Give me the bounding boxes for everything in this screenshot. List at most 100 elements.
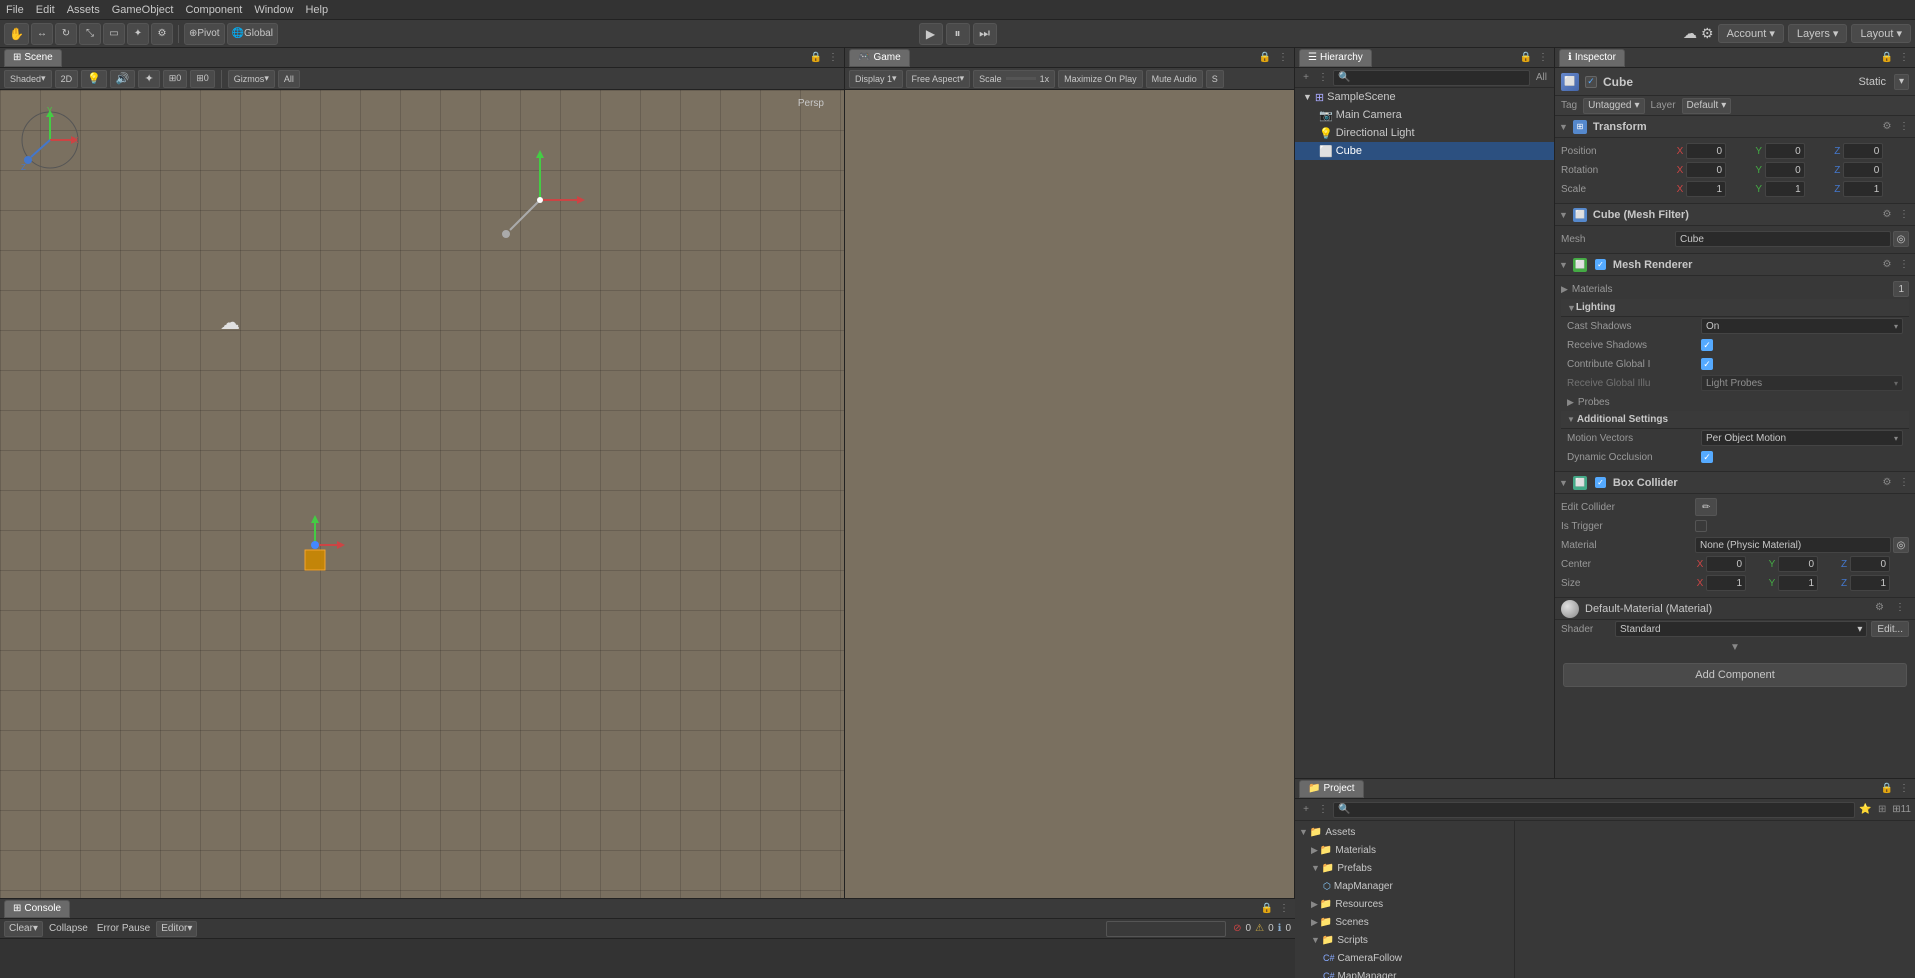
menu-component[interactable]: Component xyxy=(185,4,242,16)
console-lock-btn[interactable]: 🔒 xyxy=(1260,902,1274,916)
pos-x-input[interactable]: 0 xyxy=(1686,143,1726,159)
mesh-filter-settings-icon[interactable]: ⚙ xyxy=(1880,208,1894,222)
project-add-btn[interactable]: + xyxy=(1299,803,1313,817)
move-tool[interactable]: ↔ xyxy=(31,23,53,45)
size-z-input[interactable]: 1 xyxy=(1850,575,1890,591)
pivot-btn[interactable]: ⊕ Pivot xyxy=(184,23,225,45)
project-lock-btn[interactable]: 🔒 xyxy=(1880,782,1894,796)
add-component-btn[interactable]: Add Component xyxy=(1563,663,1907,687)
size-x-input[interactable]: 1 xyxy=(1706,575,1746,591)
box-collider-more-icon[interactable]: ⋮ xyxy=(1897,476,1911,490)
hierarchy-item-maincamera[interactable]: 📷 Main Camera xyxy=(1295,106,1554,124)
probes-expand[interactable]: ▶ xyxy=(1567,397,1574,408)
mesh-renderer-active[interactable]: ✓ xyxy=(1595,259,1606,270)
inspector-more-btn[interactable]: ⋮ xyxy=(1897,51,1911,65)
project-scenes[interactable]: ▶ 📁 Scenes xyxy=(1295,913,1514,931)
collider-material-select[interactable]: ◎ xyxy=(1893,537,1909,553)
step-btn[interactable]: ⏭ xyxy=(973,23,997,45)
materials-expand[interactable]: ▶ xyxy=(1561,284,1568,295)
static-dropdown[interactable]: ▾ xyxy=(1894,74,1909,90)
inspector-lock-btn[interactable]: 🔒 xyxy=(1880,51,1894,65)
receive-shadows-checkbox[interactable]: ✓ xyxy=(1701,339,1713,351)
menu-help[interactable]: Help xyxy=(305,4,328,16)
pos-y-input[interactable]: 0 xyxy=(1765,143,1805,159)
clear-btn[interactable]: Clear ▾ xyxy=(4,921,43,937)
hierarchy-item-samplescene[interactable]: ▼ ⊞ SampleScene xyxy=(1295,88,1554,106)
layers-btn[interactable]: Layers ▾ xyxy=(1788,24,1848,43)
error-pause-btn[interactable]: Error Pause xyxy=(94,921,153,937)
scene-layers-btn[interactable]: ⊞0 xyxy=(163,70,188,88)
game-more-btn[interactable]: ⋮ xyxy=(1276,51,1290,65)
stats-btn[interactable]: S xyxy=(1206,70,1224,88)
obj-name-input[interactable] xyxy=(1603,75,1852,89)
project-search[interactable]: 🔍 xyxy=(1333,802,1855,818)
is-trigger-checkbox[interactable] xyxy=(1695,520,1707,532)
layer-dropdown[interactable]: Default ▾ xyxy=(1682,98,1732,114)
mesh-filter-header[interactable]: ▼ ⬜ Cube (Mesh Filter) ⚙ ⋮ xyxy=(1555,204,1915,226)
add-obj-btn[interactable]: + xyxy=(1299,71,1313,85)
pause-btn[interactable]: ⏸ xyxy=(946,23,970,45)
scale-y-input[interactable]: 1 xyxy=(1765,181,1805,197)
scene-cube-object[interactable] xyxy=(285,515,345,578)
scale-x-input[interactable]: 1 xyxy=(1686,181,1726,197)
editor-btn[interactable]: Editor ▾ xyxy=(156,921,197,937)
hierarchy-item-cube[interactable]: ⬜ Cube xyxy=(1295,142,1554,160)
box-collider-active[interactable]: ✓ xyxy=(1595,477,1606,488)
scene-more-btn[interactable]: ⋮ xyxy=(826,51,840,65)
contribute-gi-checkbox[interactable]: ✓ xyxy=(1701,358,1713,370)
cast-shadows-dropdown[interactable]: On ▾ xyxy=(1701,318,1903,334)
shader-edit-btn[interactable]: Edit... xyxy=(1871,621,1909,637)
shader-dropdown[interactable]: Standard ▾ xyxy=(1615,621,1867,637)
gizmos-btn[interactable]: Gizmos ▾ xyxy=(228,70,275,88)
scene-lock-btn[interactable]: 🔒 xyxy=(809,51,823,65)
hierarchy-more-btn[interactable]: ⋮ xyxy=(1536,51,1550,65)
project-resources[interactable]: ▶ 📁 Resources xyxy=(1295,895,1514,913)
shaded-dropdown[interactable]: Shaded ▾ xyxy=(4,70,52,88)
size-y-input[interactable]: 1 xyxy=(1778,575,1818,591)
edit-collider-btn[interactable]: ✏ xyxy=(1695,498,1717,516)
rot-x-input[interactable]: 0 xyxy=(1686,162,1726,178)
center-z-input[interactable]: 0 xyxy=(1850,556,1890,572)
additional-settings-header[interactable]: ▼ Additional Settings xyxy=(1561,411,1909,429)
account-btn[interactable]: Account ▾ xyxy=(1718,24,1784,43)
project-mapmanager-prefab[interactable]: ⬡ MapManager xyxy=(1295,877,1514,895)
pos-z-input[interactable]: 0 xyxy=(1843,143,1883,159)
project-scripts[interactable]: ▼ 📁 Scripts xyxy=(1295,931,1514,949)
menu-gameobject[interactable]: GameObject xyxy=(112,4,174,16)
play-btn[interactable]: ▶ xyxy=(919,23,943,45)
box-collider-header[interactable]: ▼ ⬜ ✓ Box Collider ⚙ ⋮ xyxy=(1555,472,1915,494)
project-mapmanager-script[interactable]: C# MapManager xyxy=(1295,967,1514,978)
rot-y-input[interactable]: 0 xyxy=(1765,162,1805,178)
scroll-down-btn[interactable]: ▼ xyxy=(1730,642,1740,653)
inspector-tab[interactable]: ℹ Inspector xyxy=(1559,49,1625,67)
scale-btn[interactable]: Scale 1x xyxy=(973,70,1055,88)
lighting-section-header[interactable]: ▼ Lighting xyxy=(1561,299,1909,317)
menu-assets[interactable]: Assets xyxy=(67,4,100,16)
fx-btn[interactable]: ✦ xyxy=(138,70,159,88)
scene-all-btn[interactable]: ⊞0 xyxy=(190,70,215,88)
audio-btn[interactable]: 🔊 xyxy=(110,70,136,88)
menu-window[interactable]: Window xyxy=(254,4,293,16)
center-x-input[interactable]: 0 xyxy=(1706,556,1746,572)
all-objects-btn[interactable]: All xyxy=(278,70,300,88)
scene-tab[interactable]: ⊞ Scene xyxy=(4,49,62,67)
mesh-renderer-header[interactable]: ▼ ⬜ ✓ Mesh Renderer ⚙ ⋮ xyxy=(1555,254,1915,276)
custom-tool[interactable]: ⚙ xyxy=(151,23,173,45)
transform-more-icon[interactable]: ⋮ xyxy=(1897,120,1911,134)
project-assets[interactable]: ▼ 📁 Assets xyxy=(1295,823,1514,841)
layout-btn[interactable]: Layout ▾ xyxy=(1851,24,1911,43)
project-settings-btn[interactable]: ⋮ xyxy=(1316,803,1330,817)
menu-file[interactable]: File xyxy=(6,4,24,16)
motion-vectors-dropdown[interactable]: Per Object Motion ▾ xyxy=(1701,430,1903,446)
console-search-input[interactable] xyxy=(1106,921,1226,937)
transform-settings-icon[interactable]: ⚙ xyxy=(1880,120,1894,134)
mute-btn[interactable]: Mute Audio xyxy=(1146,70,1203,88)
material-settings-icon[interactable]: ⚙ xyxy=(1875,602,1889,616)
project-camerafollow[interactable]: C# CameraFollow xyxy=(1295,949,1514,967)
material-more-icon[interactable]: ⋮ xyxy=(1895,602,1909,616)
transform-tool[interactable]: ✦ xyxy=(127,23,149,45)
2d-btn[interactable]: 2D xyxy=(55,70,79,88)
tag-dropdown[interactable]: Untagged ▾ xyxy=(1583,98,1644,114)
console-more-btn[interactable]: ⋮ xyxy=(1277,902,1291,916)
project-tab[interactable]: 📁 Project xyxy=(1299,780,1364,798)
